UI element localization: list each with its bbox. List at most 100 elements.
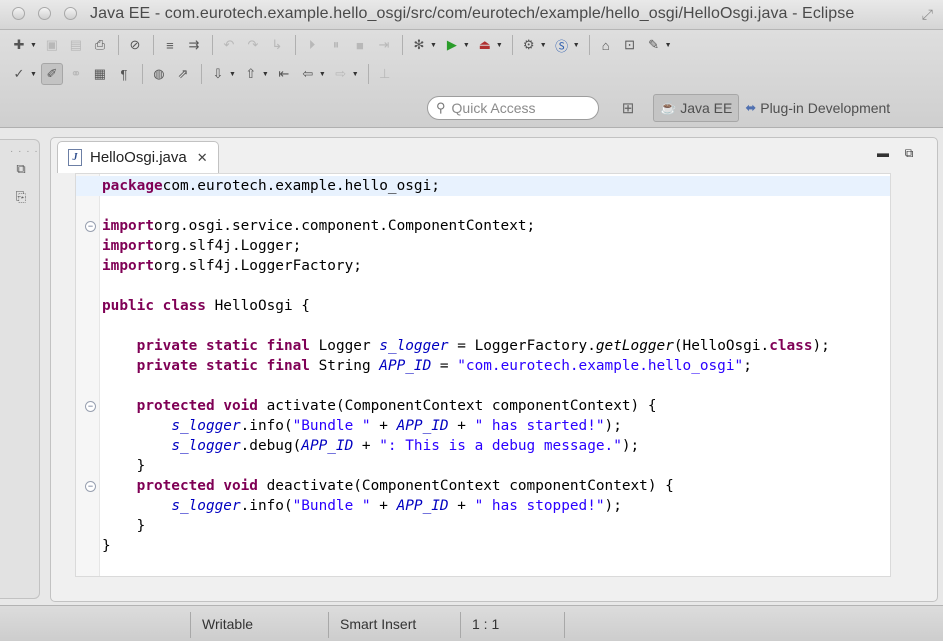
dropdown-arrow-icon[interactable]: ▼	[463, 42, 470, 49]
disconnect-icon[interactable]: ⇥	[373, 34, 395, 56]
trim-grip-icon[interactable]: · · · ·	[10, 146, 39, 157]
dropdown-arrow-icon[interactable]: ▼	[665, 42, 672, 49]
dropdown-arrow-icon[interactable]: ▼	[319, 71, 326, 78]
code-token: Logger	[309, 338, 380, 354]
code-line[interactable]: }	[102, 516, 890, 536]
perspective-tool-icon[interactable]: ⇗	[172, 63, 194, 85]
suspend-icon[interactable]: ⏸	[325, 34, 347, 56]
globe-icon[interactable]: ◍	[148, 63, 170, 85]
zoom-window-button[interactable]	[64, 7, 77, 20]
code-token: import	[102, 258, 154, 274]
resume-icon[interactable]: ⏵	[301, 34, 323, 56]
search-tool-icon[interactable]: ✎	[643, 34, 665, 56]
open-folder-icon[interactable]: ⌂	[595, 34, 617, 56]
code-line[interactable]: s_logger.info("Bundle " + APP_ID + " has…	[102, 496, 890, 516]
restore-view-icon[interactable]: ⧉	[10, 158, 32, 180]
format-icon[interactable]: ≡	[159, 34, 181, 56]
last-edit-icon[interactable]: ⇤	[273, 63, 295, 85]
code-line[interactable]: s_logger.debug(APP_ID + ": This is a deb…	[102, 436, 890, 456]
maximize-icon[interactable]: ⧉	[901, 145, 917, 161]
toggle-block-icon[interactable]: ⚭	[65, 63, 87, 85]
code-line[interactable]: s_logger.info("Bundle " + APP_ID + " has…	[102, 416, 890, 436]
code-token: APP_ID	[301, 438, 354, 454]
mark-occurrences-icon[interactable]: ✐	[40, 63, 63, 85]
perspective-java-ee[interactable]: ☕ Java EE	[653, 94, 740, 122]
code-line[interactable]: protected void activate(ComponentContext…	[102, 396, 890, 416]
code-token: private	[136, 358, 198, 374]
toolbar-row-1: ✚ ▼ ▣ ▤ ⎙ ⊘ ≡ ⇉ ↶ ↷ ↳ ⏵ ⏸ ■ ⇥ ✻ ▼ ▶ ▼ ⏏ ▼ ⚙ ▼ Ⓢ ▼ ⌂ ⊡ ✎ ▼	[8, 31, 676, 59]
open-type-icon[interactable]: ⊡	[619, 34, 641, 56]
window-title: Java EE - com.eurotech.example.hello_osg…	[90, 5, 855, 22]
close-window-button[interactable]	[12, 7, 25, 20]
toggle-breakpoints-icon[interactable]: ⊘	[124, 34, 146, 56]
code-token: s_logger	[171, 498, 241, 514]
fold-toggle-icon[interactable]: −	[85, 401, 96, 412]
code-editor[interactable]: packagecom.eurotech.example.hello_osgi;i…	[75, 173, 891, 577]
back-icon[interactable]: ⇦	[297, 63, 319, 85]
quick-access-field[interactable]: ⚲	[427, 96, 599, 120]
minimize-window-button[interactable]	[38, 7, 51, 20]
code-line[interactable]: private static final String APP_ID = "co…	[102, 356, 890, 376]
dropdown-arrow-icon[interactable]: ▼	[496, 42, 503, 49]
fold-toggle-icon[interactable]: −	[85, 481, 96, 492]
show-whitespace-icon[interactable]: ▦	[89, 63, 111, 85]
fold-toggle-icon[interactable]: −	[85, 221, 96, 232]
save-icon[interactable]: ▣	[41, 34, 63, 56]
prev-annotation-icon[interactable]: ⇧	[240, 63, 262, 85]
forward-icon[interactable]: ⇨	[330, 63, 352, 85]
quick-access-input[interactable]	[449, 99, 594, 117]
print-icon[interactable]: ⎙	[89, 34, 111, 56]
step-icon[interactable]: ↳	[266, 34, 288, 56]
save-all-icon[interactable]: ▤	[65, 34, 87, 56]
debug-icon[interactable]: ✻	[408, 34, 430, 56]
pin-editor-icon[interactable]: ⊥	[374, 63, 396, 85]
code-line[interactable]: }	[102, 456, 890, 476]
dropdown-arrow-icon[interactable]: ▼	[30, 71, 37, 78]
fullscreen-icon[interactable]: ⤢	[922, 6, 933, 23]
minimize-icon[interactable]: ▬	[875, 145, 891, 161]
code-token: );	[604, 418, 622, 434]
dropdown-arrow-icon[interactable]: ▼	[229, 71, 236, 78]
new-class-icon[interactable]: Ⓢ	[551, 34, 573, 56]
status-writable: Writable	[202, 616, 254, 632]
undo-icon[interactable]: ↶	[218, 34, 240, 56]
status-divider	[190, 612, 191, 638]
redo-icon[interactable]: ↷	[242, 34, 264, 56]
open-task-icon[interactable]: ✓	[8, 63, 30, 85]
code-token: class	[769, 338, 813, 354]
dropdown-arrow-icon[interactable]: ▼	[262, 71, 269, 78]
code-line[interactable]: public class HelloOsgi {	[102, 296, 890, 316]
publish-icon[interactable]: ⇉	[183, 34, 205, 56]
dropdown-arrow-icon[interactable]: ▼	[540, 42, 547, 49]
open-perspective-icon[interactable]: ⊞	[615, 95, 641, 121]
code-line[interactable]: packagecom.eurotech.example.hello_osgi;	[76, 176, 890, 196]
code-token: }	[102, 518, 146, 534]
code-token: +	[448, 418, 475, 434]
code-line[interactable]: importorg.slf4j.Logger;	[102, 236, 890, 256]
dropdown-arrow-icon[interactable]: ▼	[573, 42, 580, 49]
run-icon[interactable]: ▶	[441, 34, 463, 56]
status-cursor-position: 1 : 1	[472, 616, 500, 632]
project-explorer-icon[interactable]: ⎘	[10, 186, 32, 208]
perspective-plugin-development[interactable]: ⬌ Plug-in Development	[739, 94, 896, 122]
dropdown-arrow-icon[interactable]: ▼	[30, 42, 37, 49]
code-line[interactable]: importorg.slf4j.LoggerFactory;	[102, 256, 890, 276]
plugin-icon: ⬌	[745, 100, 757, 115]
code-line[interactable]: }	[102, 536, 890, 556]
next-annotation-icon[interactable]: ⇩	[207, 63, 229, 85]
code-line[interactable]: protected void deactivate(ComponentConte…	[102, 476, 890, 496]
dropdown-arrow-icon[interactable]: ▼	[430, 42, 437, 49]
code-token: s_logger	[379, 338, 449, 354]
editor-tab[interactable]: J HelloOsgi.java ✕	[57, 141, 219, 173]
paragraph-icon[interactable]: ¶	[113, 63, 135, 85]
run-external-icon[interactable]: ⏏	[474, 34, 496, 56]
dropdown-arrow-icon[interactable]: ▼	[352, 71, 359, 78]
code-line[interactable]: private static final Logger s_logger = L…	[102, 336, 890, 356]
code-token: APP_ID	[396, 498, 449, 514]
terminate-icon[interactable]: ■	[349, 34, 371, 56]
close-tab-icon[interactable]: ✕	[197, 150, 208, 166]
new-icon[interactable]: ✚	[8, 34, 30, 56]
new-server-icon[interactable]: ⚙	[518, 34, 540, 56]
code-line[interactable]: importorg.osgi.service.component.Compone…	[102, 216, 890, 236]
